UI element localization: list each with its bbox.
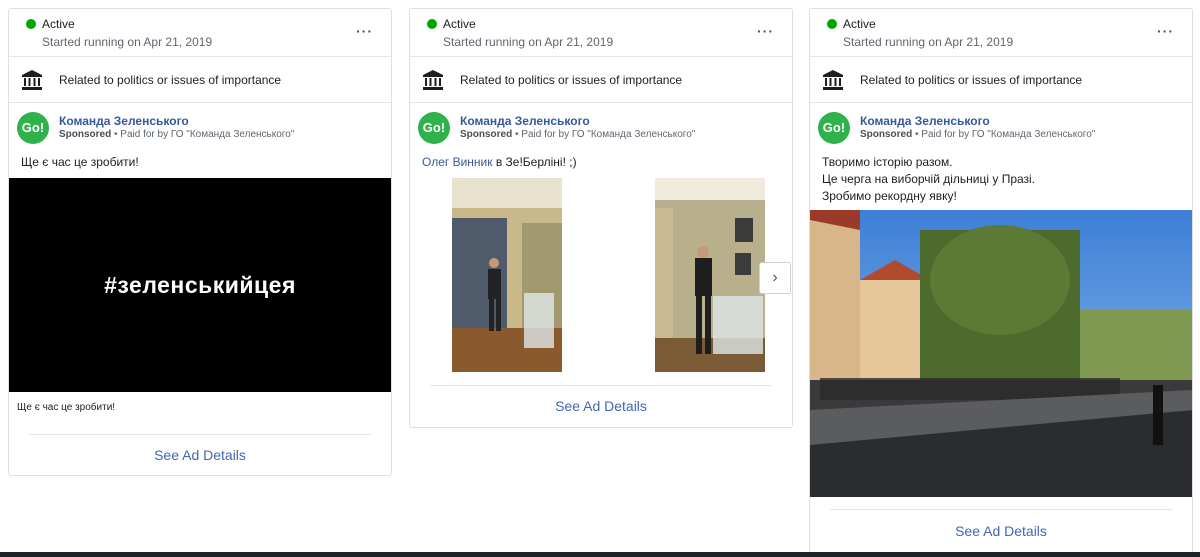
page-name-link[interactable]: Команда Зеленського [860, 114, 990, 128]
divider [29, 434, 371, 435]
ad-card-3: Active Started running on Apr 21, 2019 ·… [809, 8, 1193, 554]
page-name-link[interactable]: Команда Зеленського [460, 114, 590, 128]
ad-text-line: Це черга на виборчій дільниці у Празі. [822, 172, 1036, 186]
ad-category: Related to politics or issues of importa… [810, 57, 1192, 103]
sponsored-label: Sponsored [860, 129, 913, 140]
ad-text-line: Зробимо рекордну явку! [822, 189, 957, 203]
ad-caption: Ще є час це зробити! [17, 402, 116, 413]
carousel-photo-2[interactable] [655, 178, 765, 372]
status-label: Active [443, 17, 476, 31]
status-label: Active [42, 17, 75, 31]
page-logo[interactable]: Go! [818, 112, 850, 144]
photo-illustration [655, 178, 765, 372]
status-label: Active [843, 17, 876, 31]
more-options-icon[interactable]: ··· [1157, 23, 1174, 39]
bank-building-icon [423, 70, 443, 90]
active-status-dot [26, 19, 36, 29]
ad-text: Творимо історію разом. Це черга на вибор… [810, 148, 1192, 205]
start-date: Started running on Apr 21, 2019 [443, 35, 614, 49]
bottom-edge-bar [0, 552, 1200, 557]
divider [430, 385, 772, 386]
category-text: Related to politics or issues of importa… [460, 73, 683, 87]
divider [830, 509, 1172, 510]
paid-for-text: • Paid for by ГО "Команда Зеленського" [512, 129, 696, 140]
see-ad-details-link[interactable]: See Ad Details [810, 523, 1192, 539]
page-logo[interactable]: Go! [17, 112, 49, 144]
sponsor-line: Sponsored • Paid for by ГО "Команда Зеле… [460, 129, 695, 140]
page-logo[interactable]: Go! [418, 112, 450, 144]
active-status-dot [827, 19, 837, 29]
ad-status-bar: Active Started running on Apr 21, 2019 ·… [410, 9, 792, 57]
ad-card-1: Active Started running on Apr 21, 2019 ·… [8, 8, 392, 476]
active-status-dot [427, 19, 437, 29]
sponsored-label: Sponsored [59, 129, 112, 140]
photo-illustration [810, 210, 1192, 497]
carousel-photo-1[interactable] [452, 178, 562, 372]
paid-for-text: • Paid for by ГО "Команда Зеленського" [912, 129, 1096, 140]
start-date: Started running on Apr 21, 2019 [42, 35, 213, 49]
ad-photo-queue[interactable] [810, 210, 1192, 497]
page-name-link[interactable]: Команда Зеленського [59, 114, 189, 128]
ad-status-bar: Active Started running on Apr 21, 2019 ·… [9, 9, 391, 57]
chevron-right-icon: › [772, 269, 778, 286]
more-options-icon[interactable]: ··· [757, 23, 774, 39]
image-hashtag-text: #зеленськийцея [104, 271, 296, 298]
start-date: Started running on Apr 21, 2019 [843, 35, 1014, 49]
photo-illustration [452, 178, 562, 372]
bank-building-icon [22, 70, 42, 90]
sponsor-line: Sponsored • Paid for by ГО "Команда Зеле… [59, 129, 294, 140]
see-ad-details-link[interactable]: See Ad Details [410, 398, 792, 414]
ad-header: Go! Команда Зеленського Sponsored • Paid… [9, 103, 391, 148]
category-text: Related to politics or issues of importa… [59, 73, 282, 87]
more-options-icon[interactable]: ··· [356, 23, 373, 39]
ad-category: Related to politics or issues of importa… [410, 57, 792, 103]
paid-for-text: • Paid for by ГО "Команда Зеленського" [111, 129, 295, 140]
ad-header: Go! Команда Зеленського Sponsored • Paid… [810, 103, 1192, 148]
ad-category: Related to politics or issues of importa… [9, 57, 391, 103]
ad-card-2: Active Started running on Apr 21, 2019 ·… [409, 8, 793, 428]
ad-text: Ще є час це зробити! [21, 155, 139, 169]
sponsor-line: Sponsored • Paid for by ГО "Команда Зеле… [860, 129, 1095, 140]
ad-text: Олег Винник в Зе!Берліні! ;) [410, 148, 792, 171]
tagged-person-link[interactable]: Олег Винник [422, 155, 493, 169]
ad-status-bar: Active Started running on Apr 21, 2019 ·… [810, 9, 1192, 57]
ad-text-line: Творимо історію разом. [822, 155, 953, 169]
category-text: Related to politics or issues of importa… [860, 73, 1083, 87]
bank-building-icon [823, 70, 843, 90]
ad-header: Go! Команда Зеленського Sponsored • Paid… [410, 103, 792, 148]
see-ad-details-link[interactable]: See Ad Details [9, 447, 391, 463]
ad-image[interactable]: #зеленськийцея [9, 178, 391, 392]
carousel-next-button[interactable]: › [759, 262, 791, 294]
ad-text-rest: в Зе!Берліні! ;) [492, 155, 577, 169]
sponsored-label: Sponsored [460, 129, 513, 140]
